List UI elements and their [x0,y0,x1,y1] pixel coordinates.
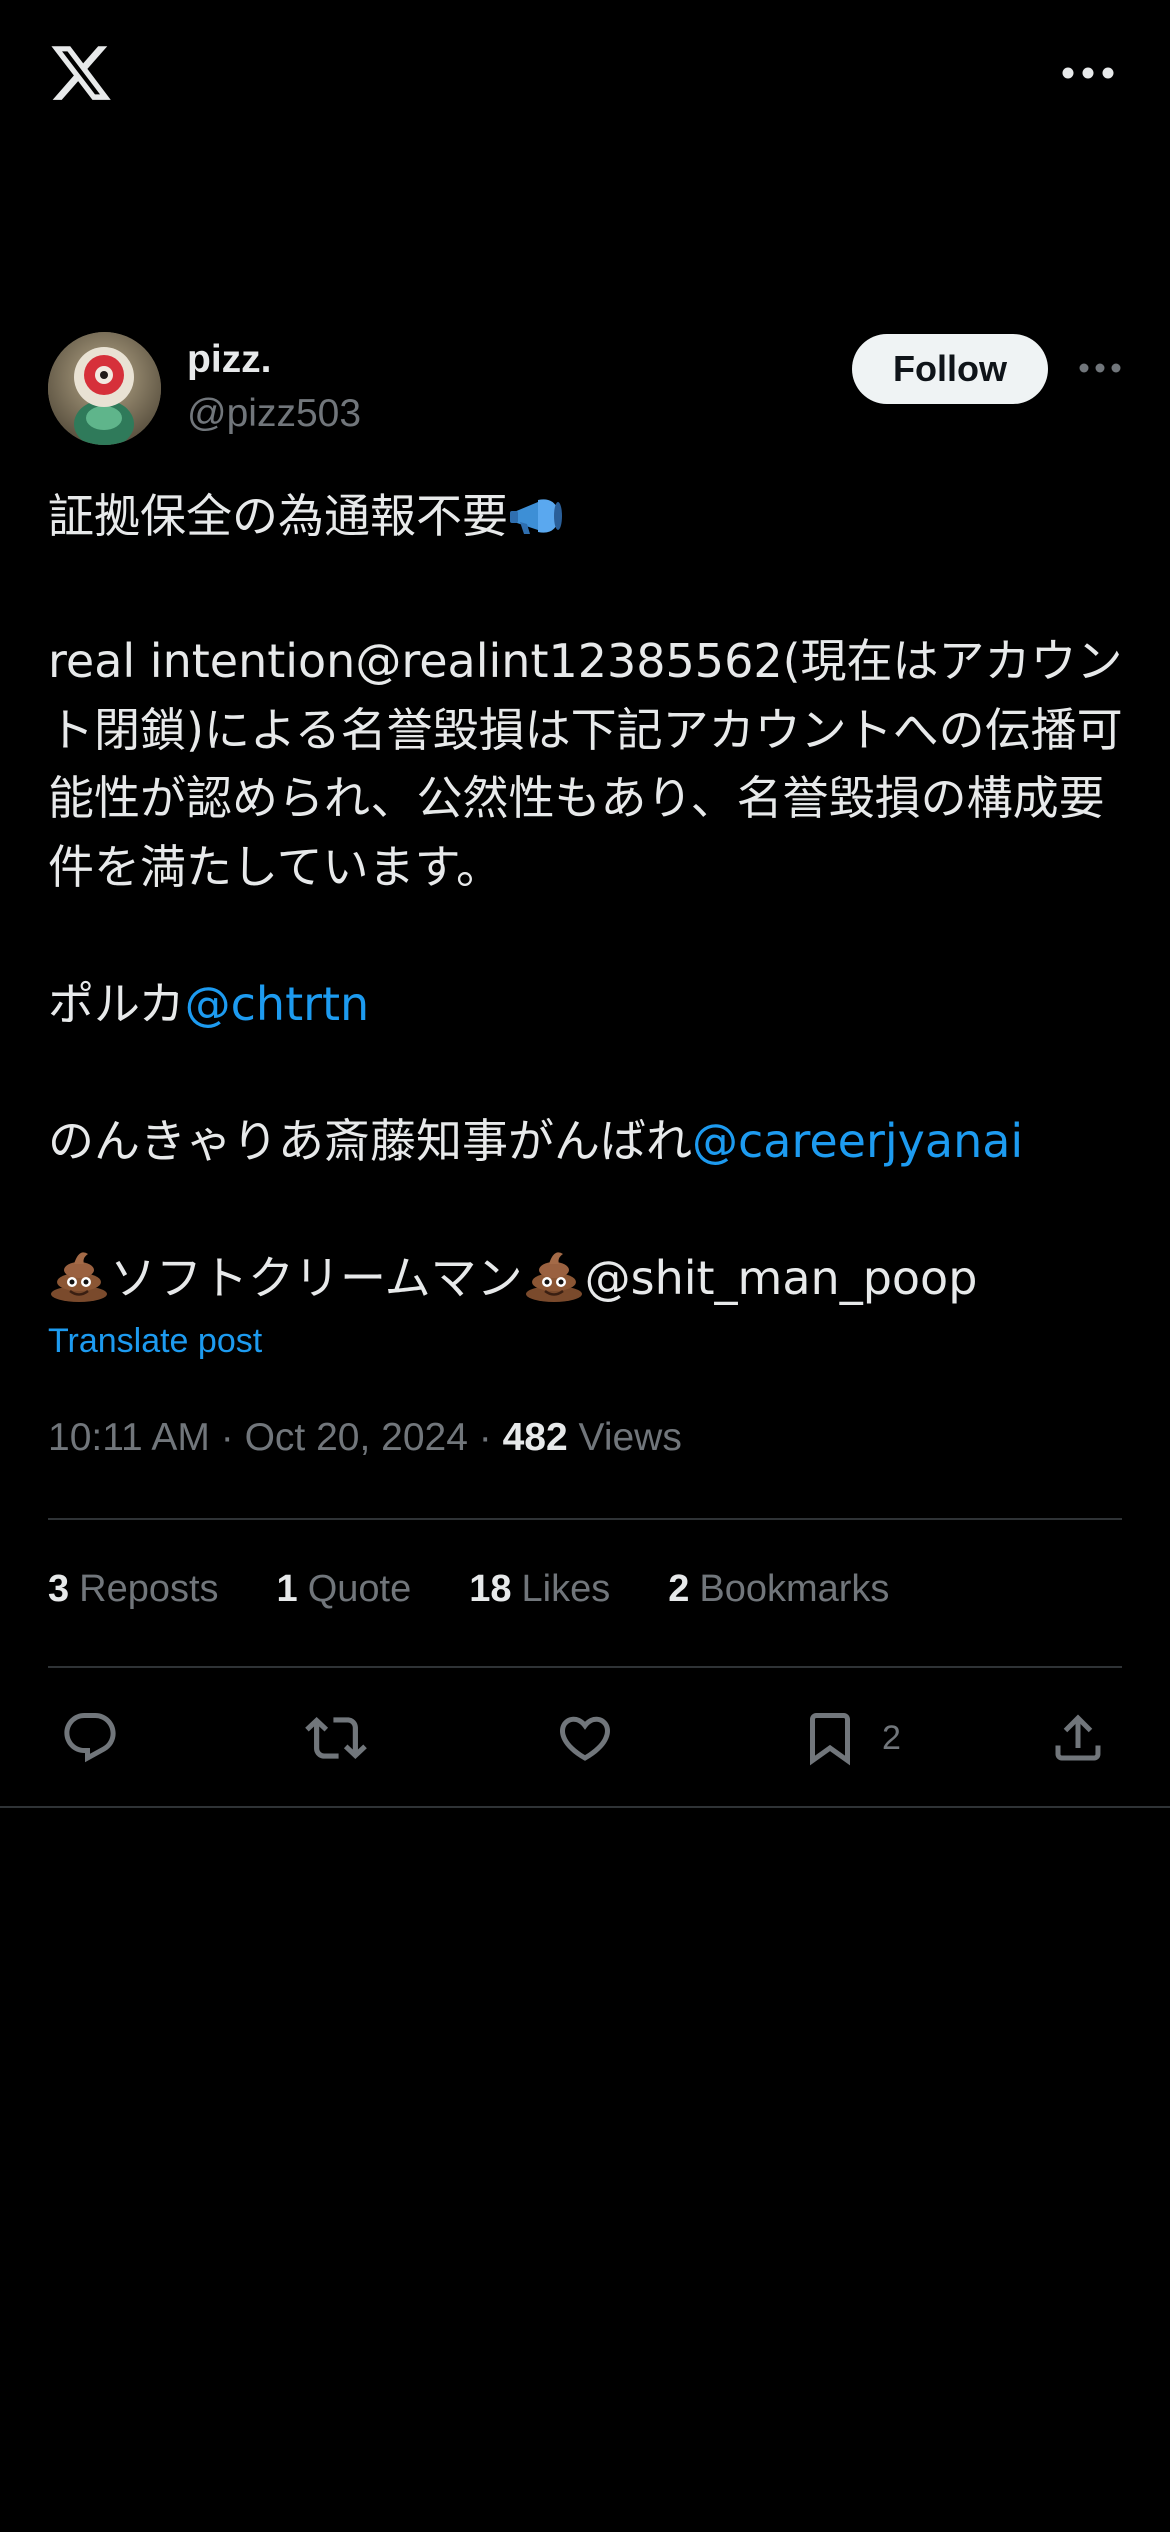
more-horizontal-icon[interactable] [1078,356,1122,380]
follow-button[interactable]: Follow [852,334,1048,404]
pile-of-poo-emoji [523,1248,585,1321]
bookmark-icon [810,1713,850,1766]
reposts-stat[interactable]: 3 Reposts [48,1568,219,1620]
bookmark-button[interactable]: 2 [800,1700,901,1776]
quotes-count: 1 [276,1568,298,1610]
post-paragraph-4-text: のんきゃりあ斎藤知事がんばれ [48,1113,692,1168]
post-paragraph-3-text: ポルカ [48,976,185,1031]
meta-separator: · [220,1416,234,1459]
reply-button[interactable] [60,1700,120,1776]
post-line-1: 証拠保全の為通報不要 [48,482,1128,559]
quotes-stat[interactable]: 1 Quote [277,1568,412,1620]
like-button[interactable] [555,1700,615,1776]
share-icon [1055,1714,1101,1761]
post-paragraph-2: real intention@realint12385562(現在はアカウント閉… [48,634,1123,894]
post-date[interactable]: Oct 20, 2024 [245,1416,468,1459]
post-text: 証拠保全の為通報不要 real intention@realint1238556… [48,482,1128,1320]
reposts-label: Reposts [79,1568,219,1610]
avatar[interactable] [48,332,161,445]
post-paragraph-5: ソフトクリームマン @shit_man_poop [48,1244,1128,1321]
likes-stat[interactable]: 18 Likes [469,1568,610,1620]
more-horizontal-icon[interactable] [1060,58,1116,88]
action-bar: 2 [0,1700,1170,1776]
post-author: pizz. @pizz503 Follow [48,332,1122,448]
post-paragraph-3: ポルカ@chtrtn [48,970,1128,1039]
top-bar [0,0,1170,150]
post-meta: 10:11 AM · Oct 20, 2024 · 482 Views [48,1416,682,1460]
post-paragraph-5-handle: @shit_man_poop [584,1250,978,1305]
post-time[interactable]: 10:11 AM [48,1416,210,1459]
quotes-label: Quote [307,1568,412,1610]
share-button[interactable] [1048,1700,1108,1776]
mention-link-chtrtn[interactable]: @chtrtn [185,977,370,1031]
views-label: Views [578,1416,682,1459]
divider [0,1806,1170,1808]
post-paragraph-5-name: ソフトクリームマン [110,1250,523,1305]
bookmark-action-count: 2 [882,1718,901,1757]
post-paragraph-4: のんきゃりあ斎藤知事がんばれ@careerjyanai [48,1107,1128,1176]
translate-post-link[interactable]: Translate post [48,1322,262,1361]
repost-button[interactable] [305,1700,367,1776]
likes-label: Likes [521,1568,611,1610]
mention-link-careerjyanai[interactable]: @careerjyanai [692,1114,1023,1168]
divider [48,1518,1122,1520]
views-count: 482 [502,1416,568,1459]
reply-icon [64,1713,116,1763]
pile-of-poo-emoji [48,1248,110,1321]
meta-separator: · [478,1416,492,1459]
post-line-1-text: 証拠保全の為通報不要 [48,489,508,543]
author-display-name[interactable]: pizz. [187,338,272,382]
x-logo-icon[interactable] [48,40,114,106]
engagement-stats: 3 Reposts 1 Quote 18 Likes 2 Bookmarks [48,1568,947,1620]
bookmarks-label: Bookmarks [699,1568,890,1610]
megaphone-emoji [508,490,564,559]
divider [48,1666,1122,1668]
bookmarks-count: 2 [668,1568,690,1610]
likes-count: 18 [469,1568,512,1610]
author-handle[interactable]: @pizz503 [187,392,361,436]
repost-icon [305,1717,367,1759]
heart-icon [559,1716,611,1761]
reposts-count: 3 [48,1568,70,1610]
bookmarks-stat[interactable]: 2 Bookmarks [668,1568,889,1620]
